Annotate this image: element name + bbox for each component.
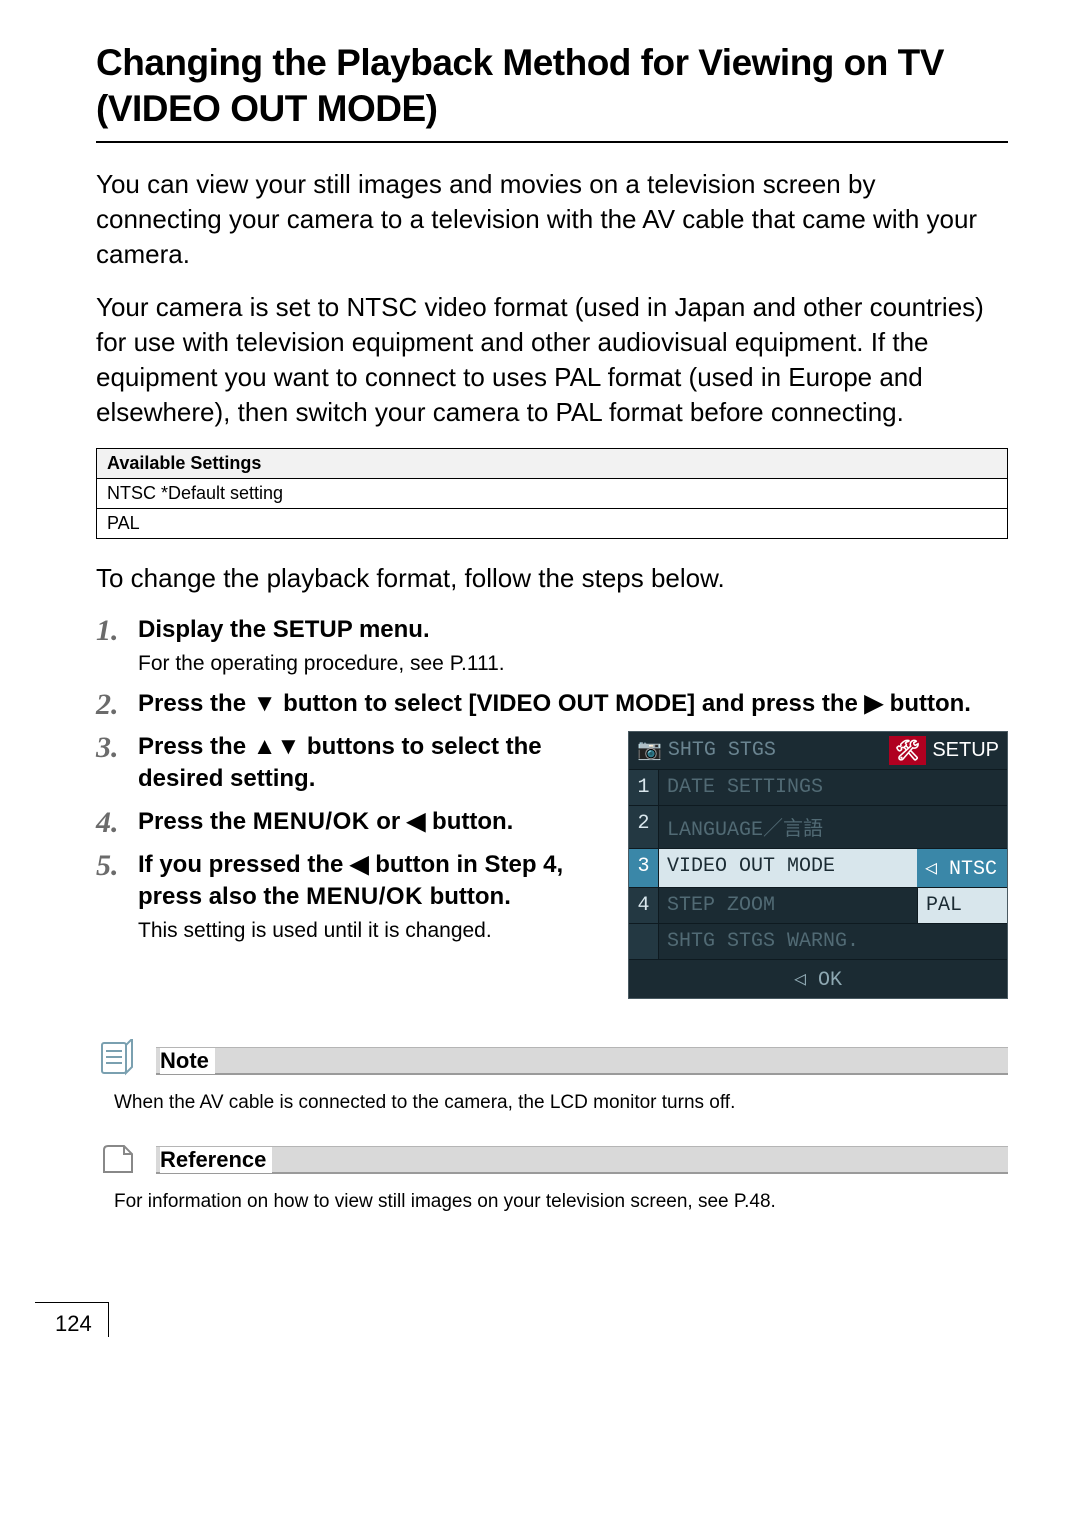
step-title: If you pressed the ◀ button in Step 4, p… (138, 849, 608, 914)
step-number: 5. (96, 849, 138, 882)
settings-row-pal: PAL (97, 509, 1008, 539)
camera-icon: 📷 (637, 737, 662, 763)
camera-setup-screenshot: 📷 SHTG STGS 🛠 SETUP 1 DATE SETTINGS 2 LA… (628, 731, 1008, 999)
left-triangle-icon: ◀ (407, 808, 425, 835)
menu-ok-label: MENU/OK (253, 808, 370, 835)
tab-setup-active: 🛠 (889, 736, 926, 765)
down-triangle-icon: ▼ (253, 690, 277, 717)
step-subtext: This setting is used until it is changed… (138, 916, 608, 945)
menu-row-date-settings: 1 DATE SETTINGS (629, 769, 1007, 805)
menu-row-shtg-warning: SHTG STGS WARNG. (629, 923, 1007, 959)
settings-row-ntsc: NTSC *Default setting (97, 479, 1008, 509)
available-settings-table: Available Settings NTSC *Default setting… (96, 448, 1008, 539)
step-1: 1. Display the SETUP menu. For the opera… (96, 614, 1008, 678)
left-triangle-icon: ◀ (350, 851, 368, 878)
note-label: Note (160, 1048, 215, 1074)
step-3: 3. Press the ▲▼ buttons to select the de… (96, 731, 608, 796)
menu-row-language: 2 LANGUAGE／言語 (629, 805, 1007, 848)
step-4: 4. Press the MENU/OK or ◀ button. (96, 806, 608, 839)
settings-header: Available Settings (97, 449, 1008, 479)
reference-label: Reference (160, 1147, 272, 1173)
page-number: 124 (35, 1302, 109, 1337)
step-title: Press the ▲▼ buttons to select the desir… (138, 731, 608, 796)
steps-list: 1. Display the SETUP menu. For the opera… (96, 614, 1008, 999)
lead-text: To change the playback format, follow th… (96, 563, 1008, 594)
menu-ok-label: MENU/OK (306, 883, 423, 910)
step-2: 2. Press the ▼ button to select [VIDEO O… (96, 688, 1008, 721)
step-title: Press the ▼ button to select [VIDEO OUT … (138, 688, 1008, 720)
step-number: 2. (96, 688, 138, 721)
note-icon (96, 1039, 156, 1084)
right-triangle-icon: ▶ (865, 690, 883, 717)
step-number: 3. (96, 731, 138, 764)
option-pal: PAL (917, 888, 1007, 923)
wrench-icon: 🛠 (895, 740, 920, 762)
step-title: Press the MENU/OK or ◀ button. (138, 806, 608, 838)
reference-icon (96, 1138, 156, 1183)
step-number: 4. (96, 806, 138, 839)
menu-row-step-zoom: 4 STEP ZOOM PAL (629, 887, 1007, 923)
reference-text: For information on how to view still ima… (114, 1191, 1008, 1213)
tab-shtg-stgs: SHTG STGS (668, 739, 889, 762)
page-title: Changing the Playback Method for Viewing… (96, 40, 1008, 133)
intro-paragraph-2: Your camera is set to NTSC video format … (96, 290, 1008, 430)
step-number: 1. (96, 614, 138, 647)
tab-setup-label: SETUP (926, 739, 999, 762)
step-5: 5. If you pressed the ◀ button in Step 4… (96, 849, 608, 945)
up-down-triangle-icon: ▲▼ (253, 733, 301, 760)
reference-callout: Reference (96, 1138, 1008, 1183)
note-text: When the AV cable is connected to the ca… (114, 1092, 1008, 1114)
note-callout: Note (96, 1039, 1008, 1084)
intro-paragraph-1: You can view your still images and movie… (96, 167, 1008, 272)
menu-row-video-out-mode: 3 VIDEO OUT MODE ◁ NTSC (629, 848, 1007, 887)
step-title: Display the SETUP menu. (138, 614, 1008, 646)
step-subtext: For the operating procedure, see P.111. (138, 649, 1008, 678)
camera-footer-ok: ◁ OK (629, 959, 1007, 998)
